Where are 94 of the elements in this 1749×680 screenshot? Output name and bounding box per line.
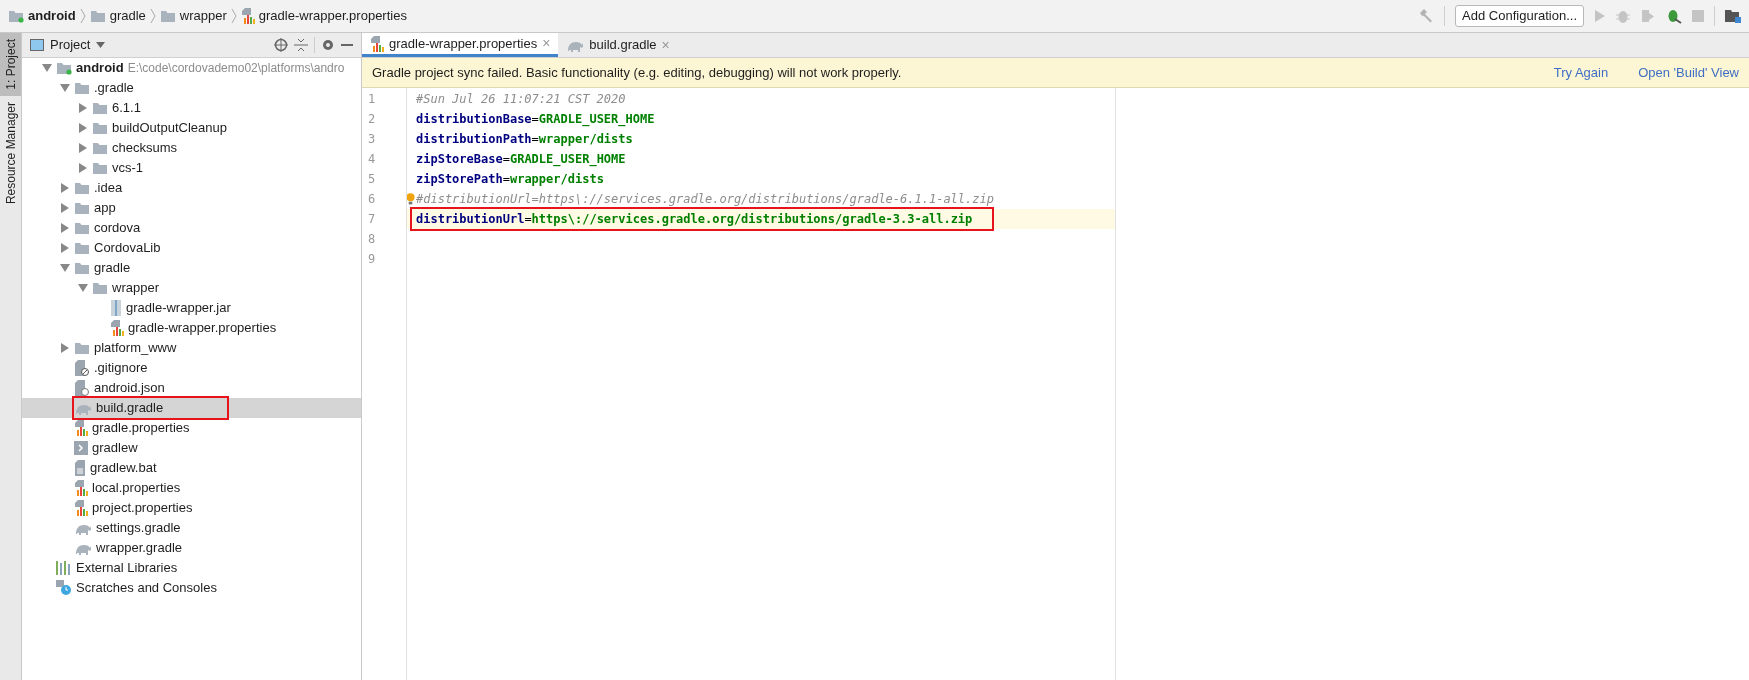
tree-item[interactable]: build.gradle <box>22 398 361 418</box>
tree-item[interactable]: .gitignore <box>22 358 361 378</box>
breadcrumb[interactable]: gradle-wrapper.properties <box>240 6 407 26</box>
tree-item[interactable]: gradle <box>22 258 361 278</box>
code-text: zipStorePath=wrapper/dists <box>416 171 604 188</box>
chevron-icon <box>79 8 86 24</box>
collapse-all-icon[interactable] <box>294 38 308 52</box>
code-text: distributionBase=GRADLE_USER_HOME <box>416 111 655 128</box>
expanded-arrow-icon[interactable] <box>60 264 70 272</box>
libraries-icon <box>56 561 72 575</box>
lightbulb-icon[interactable] <box>406 192 415 206</box>
tree-item[interactable]: android E:\code\cordovademo02\platforms\andro <box>22 58 361 78</box>
json-file-icon <box>74 380 90 396</box>
folder-icon <box>74 181 90 195</box>
module-folder-icon <box>8 9 24 23</box>
properties-file-icon <box>74 500 88 516</box>
tree-item[interactable]: gradlew.bat <box>22 458 361 478</box>
tree-item[interactable]: gradle.properties <box>22 418 361 438</box>
code-text: distributionUrl=https\://services.gradle.org/distributions/gradle-3.3-all.zip <box>416 211 973 228</box>
module-folder-icon <box>56 61 72 75</box>
tree-item[interactable]: buildOutputCleanup <box>22 118 361 138</box>
code-comment: #Sun Jul 26 11:07:21 CST 2020 <box>416 91 626 108</box>
folder-icon <box>92 161 108 175</box>
banner-link[interactable]: Try Again <box>1553 62 1609 83</box>
tree-item[interactable]: gradlew <box>22 438 361 458</box>
folder-icon <box>74 81 90 95</box>
expanded-arrow-icon[interactable] <box>78 284 88 292</box>
settings-icon[interactable] <box>321 38 335 52</box>
sync-failed-message: Gradle project sync failed. Basic functionality (e.g. editing, debugging) will not work properly. <box>372 63 903 82</box>
collapsed-arrow-icon[interactable] <box>61 343 69 353</box>
folder-icon <box>92 101 108 115</box>
tree-item[interactable]: checksums <box>22 138 361 158</box>
tool-window-tab[interactable]: Resource Manager <box>0 95 21 210</box>
properties-file-icon <box>74 480 88 496</box>
editor-tab[interactable]: gradle-wrapper.properties × <box>362 33 559 57</box>
tree-item[interactable]: External Libraries <box>22 558 361 578</box>
folder-icon <box>159 9 176 23</box>
tree-item[interactable]: vcs-1 <box>22 158 361 178</box>
tree-item[interactable]: project.properties <box>22 498 361 518</box>
add-configuration-button[interactable]: Add Configuration... <box>1455 5 1584 27</box>
breadcrumb[interactable]: android <box>8 6 76 26</box>
tree-item[interactable]: local.properties <box>22 478 361 498</box>
terminal-file-icon <box>74 441 88 455</box>
expanded-arrow-icon[interactable] <box>42 64 52 72</box>
properties-file-icon <box>370 35 384 52</box>
tree-item[interactable]: cordova <box>22 218 361 238</box>
tree-item[interactable]: wrapper.gradle <box>22 538 361 558</box>
properties-file-icon <box>110 320 124 336</box>
expanded-arrow-icon[interactable] <box>60 84 70 92</box>
tree-item[interactable]: .idea <box>22 178 361 198</box>
text-file-icon <box>74 460 86 476</box>
properties-file-icon <box>240 8 255 24</box>
folder-icon <box>92 281 108 295</box>
tree-item[interactable]: CordovaLib <box>22 238 361 258</box>
folder-icon <box>74 341 90 355</box>
tree-item[interactable]: gradle-wrapper.jar <box>22 298 361 318</box>
code-text: zipStoreBase=GRADLE_USER_HOME <box>416 151 626 168</box>
tree-item[interactable]: Scratches and Consoles <box>22 578 361 598</box>
folder-icon <box>74 221 90 235</box>
code-text: distributionPath=wrapper/dists <box>416 131 633 148</box>
caret-icon <box>96 42 106 48</box>
properties-file-icon <box>74 420 88 436</box>
tree-item[interactable]: gradle-wrapper.properties <box>22 318 361 338</box>
tree-item[interactable]: settings.gradle <box>22 518 361 538</box>
folder-icon <box>92 121 108 135</box>
hammer-icon[interactable] <box>1418 8 1435 24</box>
folder-icon <box>74 261 90 275</box>
archive-file-icon <box>110 300 122 316</box>
tree-item[interactable]: android.json <box>22 378 361 398</box>
tool-window-tab[interactable]: 1: Project <box>0 33 21 96</box>
locate-icon[interactable] <box>274 38 288 52</box>
breadcrumb[interactable]: wrapper <box>159 6 227 26</box>
project-structure-icon[interactable] <box>1725 9 1741 23</box>
ignored-file-icon <box>74 360 90 376</box>
folder-icon <box>74 241 90 255</box>
project-path: E:\code\cordovademo02\platforms\andro <box>127 60 345 77</box>
folder-icon <box>74 201 90 215</box>
banner-link[interactable]: Open 'Build' View <box>1638 62 1739 83</box>
chevron-icon <box>149 8 156 24</box>
attach-debugger-icon[interactable] <box>1666 8 1682 24</box>
breadcrumb[interactable]: gradle <box>89 6 146 26</box>
code-comment: #distributionUrl=https\://services.gradle.org/distributions/gradle-6.1.1-all.zip <box>416 191 994 208</box>
tree-item[interactable]: platform_www <box>22 338 361 358</box>
editor-tab[interactable]: build.gradle × <box>558 33 678 57</box>
chevron-icon <box>230 8 237 24</box>
line-number: 7 <box>362 209 406 229</box>
scratches-icon <box>56 580 72 596</box>
tree-item[interactable]: 6.1.1 <box>22 98 361 118</box>
folder-icon <box>89 9 106 23</box>
tree-item[interactable]: wrapper <box>22 278 361 298</box>
tree-item[interactable]: app <box>22 198 361 218</box>
tree-item[interactable]: .gradle <box>22 78 361 98</box>
window-icon <box>30 39 44 51</box>
folder-icon <box>92 141 108 155</box>
